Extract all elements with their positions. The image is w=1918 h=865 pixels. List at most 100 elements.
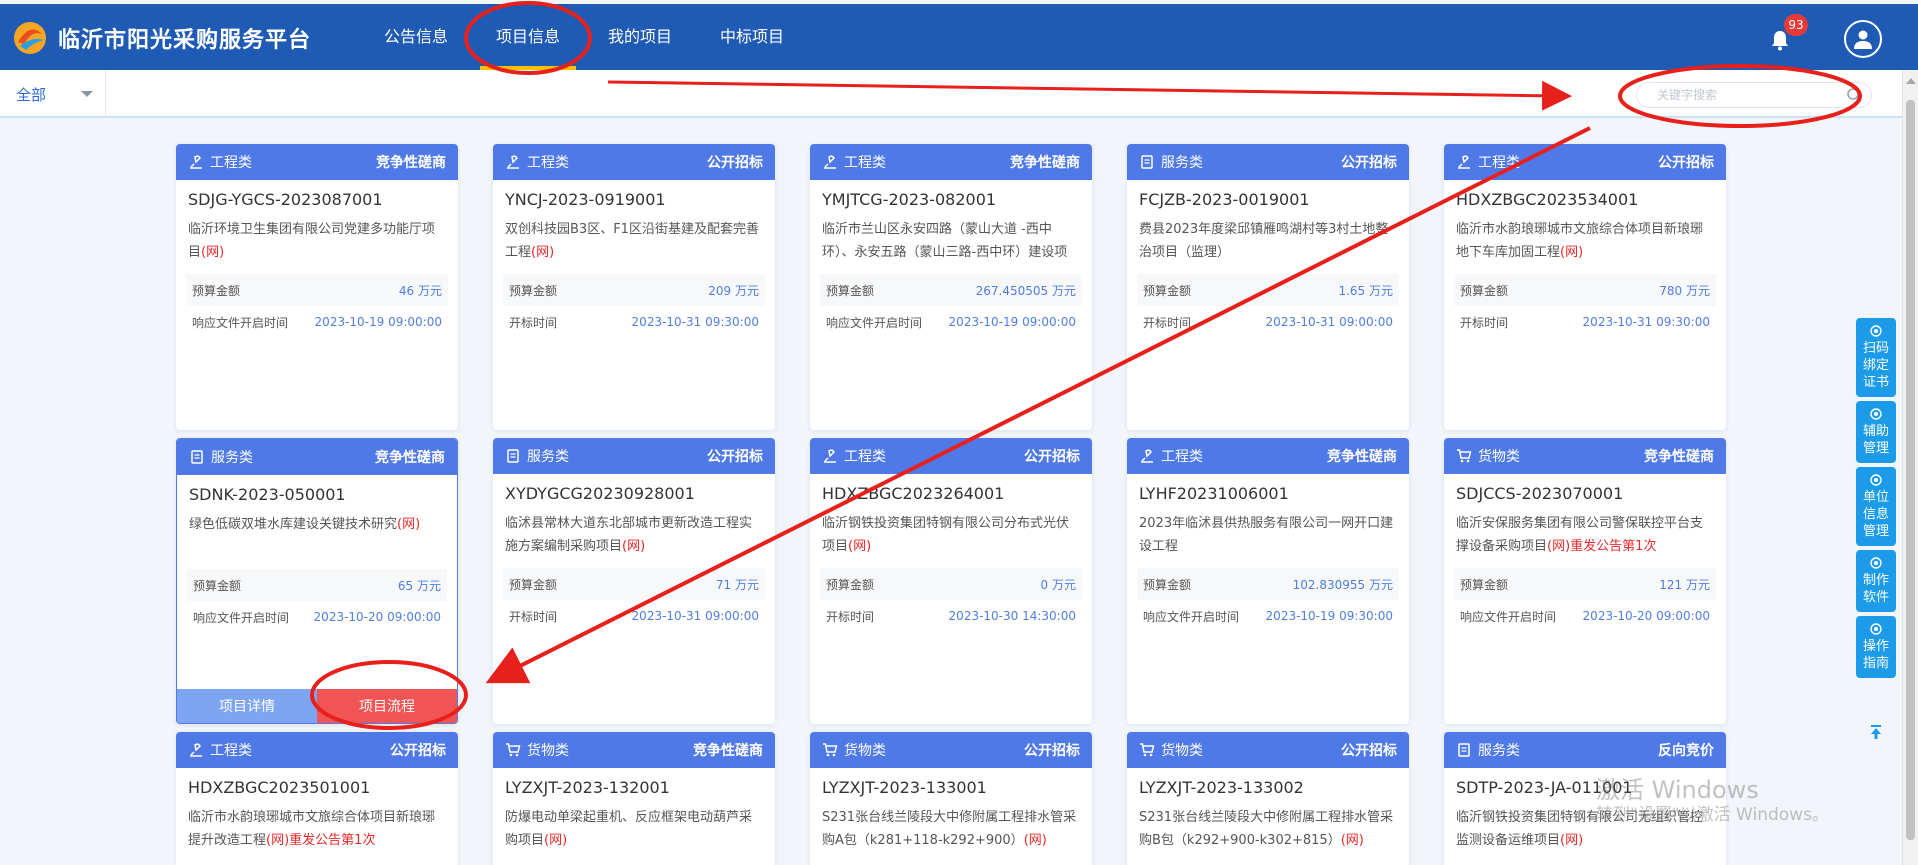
page-scrollbar[interactable] (1902, 70, 1918, 865)
procurement-mode: 公开招标 (390, 743, 446, 759)
project-code[interactable]: SDJG-YGCS-2023087001 (176, 180, 458, 212)
open-time-row: 响应文件开启时间 2023-10-19 09:00:00 (820, 306, 1082, 338)
project-name[interactable]: 费县2023年度梁邱镇雁鸣湖村等3村土地整治项目（监理） (1127, 212, 1409, 264)
project-category: 货物类 (1139, 740, 1203, 760)
procurement-mode: 公开招标 (1024, 449, 1080, 465)
project-card[interactable]: 工程类 竞争性磋商 LYHF20231006001 2023年临沭县供热服务有限公司一… (1127, 438, 1409, 724)
project-card[interactable]: 货物类 公开招标 LYZXJT-2023-133001 S231张台线兰陵段大中修附属… (810, 732, 1092, 865)
nav-announcements[interactable]: 公告信息 (360, 4, 472, 70)
project-card[interactable]: 服务类 竞争性磋商 SDNK-2023-050001 绿色低碳双堆水库建设关键技术研究… (176, 438, 458, 724)
online-tag: (网) (1560, 245, 1584, 260)
category-label: 服务类 (527, 449, 569, 465)
open-time-label: 响应文件开启时间 (192, 315, 289, 330)
project-card[interactable]: 工程类 竞争性磋商 SDJG-YGCS-2023087001 临沂环境卫生集团有限公司… (176, 144, 458, 430)
project-card[interactable]: 服务类 公开招标 XYDYGCG20230928001 临沭县常林大道东北部城市更新改… (493, 438, 775, 724)
project-flow-button[interactable]: 项目流程 (317, 689, 457, 723)
nav-my-projects[interactable]: 我的项目 (584, 4, 696, 70)
brand[interactable]: 临沂市阳光采购服务平台 (12, 20, 311, 56)
category-label: 货物类 (527, 743, 569, 759)
project-name[interactable]: S231张台线兰陵段大中修附属工程排水管采购A包（k281+118-k292+9… (810, 800, 1092, 852)
project-code[interactable]: SDNK-2023-050001 (177, 475, 457, 507)
open-time-row: 开标时间 2023-10-31 09:00:00 (503, 600, 765, 632)
nav-awarded-projects[interactable]: 中标项目 (696, 4, 808, 70)
project-name[interactable]: 临沂市兰山区永安四路（蒙山大道 -西中环）、永安五路（蒙山三路-西中环）建设项 (810, 212, 1092, 264)
cart-icon (1456, 448, 1478, 464)
card-header: 货物类 公开招标 (1127, 732, 1409, 768)
avatar[interactable] (1844, 20, 1882, 58)
project-code[interactable]: LYZXJT-2023-132001 (493, 768, 775, 800)
online-tag: (网) (266, 833, 290, 848)
open-time-value: 2023-10-31 09:30:00 (631, 315, 759, 329)
project-name-text: 绿色低碳双堆水库建设关键技术研究 (189, 517, 398, 532)
procurement-mode: 竞争性磋商 (1644, 449, 1714, 465)
keyword-search-input[interactable] (1636, 82, 1872, 108)
side-tool-button[interactable]: 制作 软件 (1856, 550, 1896, 612)
wrench-icon (1870, 408, 1882, 420)
project-card[interactable]: 工程类 公开招标 YNCJ-2023-0919001 双创科技园B3区、F1区沿街基建… (493, 144, 775, 430)
project-card[interactable]: 服务类 公开招标 FCJZB-2023-0019001 费县2023年度梁邱镇雁鸣湖村… (1127, 144, 1409, 430)
project-category: 货物类 (822, 740, 886, 760)
search-icon[interactable] (1846, 87, 1862, 103)
scroll-up-arrow[interactable] (1906, 78, 1916, 84)
category-label: 服务类 (211, 450, 253, 466)
project-code[interactable]: HDXZBGC2023534001 (1444, 180, 1726, 212)
project-name[interactable]: 临沂钢铁投资集团特钢有限公司分布式光伏项目(网) (810, 506, 1092, 558)
project-code[interactable]: FCJZB-2023-0019001 (1127, 180, 1409, 212)
budget-row: 预算金额 121 万元 (1454, 568, 1716, 600)
project-code[interactable]: LYZXJT-2023-133002 (1127, 768, 1409, 800)
project-card[interactable]: 货物类 公开招标 LYZXJT-2023-133002 S231张台线兰陵段大中修附属… (1127, 732, 1409, 865)
project-code[interactable]: YMJTCG-2023-082001 (810, 180, 1092, 212)
budget-row: 预算金额 102.830955 万元 (1137, 568, 1399, 600)
project-detail-button[interactable]: 项目详情 (177, 689, 317, 723)
side-tool-label: 软件 (1862, 590, 1889, 605)
side-tool-button[interactable]: 单位 信息 管理 (1856, 467, 1896, 546)
project-code[interactable]: LYZXJT-2023-133001 (810, 768, 1092, 800)
cart-icon (822, 742, 844, 758)
project-card[interactable]: 货物类 竞争性磋商 SDJCCS-2023070001 临沂安保服务集团有限公司警保联… (1444, 438, 1726, 724)
scroll-thumb[interactable] (1906, 100, 1915, 840)
category-select[interactable]: 全部 (0, 70, 106, 118)
nav-project-info[interactable]: 项目信息 (472, 4, 584, 70)
project-code[interactable]: HDXZBGC2023501001 (176, 768, 458, 800)
project-card[interactable]: 货物类 竞争性磋商 LYZXJT-2023-132001 防爆电动单梁起重机、反应框架… (493, 732, 775, 865)
category-label: 工程类 (1161, 449, 1203, 465)
project-code[interactable]: YNCJ-2023-0919001 (493, 180, 775, 212)
project-category: 货物类 (505, 740, 569, 760)
project-card[interactable]: 工程类 公开招标 HDXZBGC2023534001 临沂市水韵琅琊城市文旅综合体项目… (1444, 144, 1726, 430)
project-name[interactable]: 双创科技园B3区、F1区沿街基建及配套完善工程(网) (493, 212, 775, 264)
back-to-top-icon[interactable] (1868, 724, 1884, 740)
budget-label: 预算金额 (826, 577, 875, 592)
online-tag: (网) (1023, 833, 1047, 848)
service-icon (505, 448, 527, 464)
project-name[interactable]: 2023年临沭县供热服务有限公司一网开口建设工程 (1127, 506, 1409, 558)
project-code[interactable]: LYHF20231006001 (1127, 474, 1409, 506)
project-name[interactable]: 绿色低碳双堆水库建设关键技术研究(网) (177, 507, 457, 559)
project-name[interactable]: 临沂安保服务集团有限公司警保联控平台支撑设备采购项目(网)重发公告第1次 (1444, 506, 1726, 558)
budget-row: 预算金额 46 万元 (186, 274, 448, 306)
open-time-row: 响应文件开启时间 2023-10-19 09:30:00 (1137, 600, 1399, 632)
category-label: 服务类 (1478, 743, 1520, 759)
project-name[interactable]: 临沭县常林大道东北部城市更新改造工程实施方案编制采购项目(网) (493, 506, 775, 558)
side-tool-button[interactable]: 辅助 管理 (1856, 401, 1896, 463)
project-code[interactable]: XYDYGCG20230928001 (493, 474, 775, 506)
project-card[interactable]: 工程类 公开招标 HDXZBGC2023264001 临沂钢铁投资集团特钢有限公司分布… (810, 438, 1092, 724)
project-code[interactable]: SDJCCS-2023070001 (1444, 474, 1726, 506)
procurement-mode: 竞争性磋商 (1327, 449, 1397, 465)
procurement-mode: 公开招标 (1658, 155, 1714, 171)
open-time-row: 开标时间 2023-10-31 09:30:00 (503, 306, 765, 338)
side-tool-button[interactable]: 扫码 绑定 证书 (1856, 318, 1896, 397)
online-tag: (网) (1560, 833, 1584, 848)
category-label: 工程类 (844, 155, 886, 171)
project-card[interactable]: 工程类 竞争性磋商 YMJTCG-2023-082001 临沂市兰山区永安四路（蒙山大… (810, 144, 1092, 430)
project-name[interactable]: S231张台线兰陵段大中修附属工程排水管采购B包（k292+900-k302+8… (1127, 800, 1409, 852)
project-name[interactable]: 临沂环境卫生集团有限公司党建多功能厅项目(网) (176, 212, 458, 264)
budget-label: 预算金额 (509, 283, 558, 298)
project-name[interactable]: 临沂市水韵琅琊城市文旅综合体项目新琅琊地下车库加固工程(网) (1444, 212, 1726, 264)
budget-label: 预算金额 (1460, 577, 1509, 592)
project-name[interactable]: 临沂市水韵琅琊城市文旅综合体项目新琅琊提升改造工程(网)重发公告第1次 (176, 800, 458, 852)
project-name[interactable]: 防爆电动单梁起重机、反应框架电动葫芦采购项目(网) (493, 800, 775, 852)
open-time-value: 2023-10-19 09:30:00 (1265, 609, 1393, 623)
project-card[interactable]: 工程类 公开招标 HDXZBGC2023501001 临沂市水韵琅琊城市文旅综合体项目… (176, 732, 458, 865)
side-tool-button[interactable]: 操作 指南 (1856, 616, 1896, 678)
project-code[interactable]: HDXZBGC2023264001 (810, 474, 1092, 506)
